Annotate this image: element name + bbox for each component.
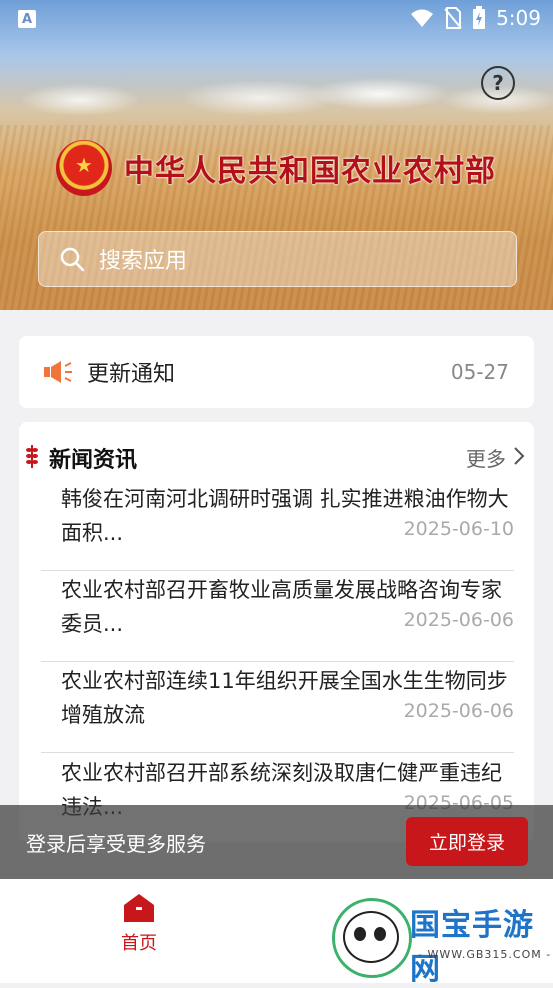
news-item[interactable]: 农业农村部连续11年组织开展全国水生生物同步增殖放流 2025-06-06 (41, 664, 514, 753)
panda-eye (354, 927, 366, 941)
panda-logo-icon (332, 898, 412, 978)
news-header: 新闻资讯 更多 (19, 440, 534, 473)
sky-clouds (0, 70, 553, 130)
ministry-brand: ★ 中华人民共和国农业农村部 (56, 140, 496, 196)
site-watermark: 国宝手游网 - WWW.GB315.COM - (306, 890, 553, 987)
app-badge: A (18, 10, 36, 28)
watermark-url: - WWW.GB315.COM - (418, 948, 552, 961)
chevron-right-icon[interactable] (512, 446, 526, 466)
news-title: 新闻资讯 (49, 448, 138, 473)
news-item-date: 2025-06-06 (397, 700, 514, 722)
tab-home[interactable]: 首页 (99, 893, 179, 963)
news-section: 新闻资讯 更多 韩俊在河南河北调研时强调 扎实推进粮油作物大面积... 2025… (19, 422, 534, 842)
notice-label: 更新通知 (87, 362, 176, 387)
login-button[interactable]: 立即登录 (406, 817, 528, 866)
question-circle-icon: ? (492, 71, 504, 95)
news-more-link[interactable]: 更多 (466, 443, 506, 472)
login-prompt-text: 登录后享受更多服务 (26, 831, 206, 856)
speaker-icon (44, 361, 72, 383)
panda-face (343, 911, 399, 963)
no-sim-icon (444, 7, 462, 29)
national-emblem-icon: ★ (56, 140, 112, 196)
wheat-icon (26, 445, 38, 468)
panda-eye (374, 927, 386, 941)
search-icon (60, 247, 85, 272)
home-icon (124, 894, 154, 922)
tab-home-label: 首页 (121, 933, 157, 954)
help-button[interactable]: ? (481, 66, 515, 100)
wifi-icon (411, 9, 434, 27)
header-banner: A 5:09 ? ★ 中华人民共和国农业农村部 搜索应用 (0, 0, 553, 310)
emblem-star: ★ (75, 153, 93, 177)
login-prompt-bar: 登录后享受更多服务 立即登录 (0, 805, 553, 879)
news-item-date: 2025-06-06 (397, 609, 514, 631)
status-icons: 5:09 (410, 6, 541, 30)
search-placeholder: 搜索应用 (99, 249, 188, 274)
status-bar: A 5:09 (0, 0, 553, 38)
news-item[interactable]: 韩俊在河南河北调研时强调 扎实推进粮油作物大面积... 2025-06-10 (41, 482, 514, 571)
notice-date: 05-27 (450, 360, 509, 384)
watermark-title: 国宝手游网 (410, 908, 534, 987)
update-notice[interactable]: 更新通知 05-27 (19, 336, 534, 408)
news-item[interactable]: 农业农村部召开畜牧业高质量发展战略咨询专家委员... 2025-06-06 (41, 573, 514, 662)
brand-title: 中华人民共和国农业农村部 (124, 154, 496, 189)
news-item-date: 2025-06-10 (397, 518, 514, 540)
search-input[interactable]: 搜索应用 (38, 231, 517, 287)
clock: 5:09 (496, 6, 541, 30)
battery-charging-icon (473, 6, 486, 29)
